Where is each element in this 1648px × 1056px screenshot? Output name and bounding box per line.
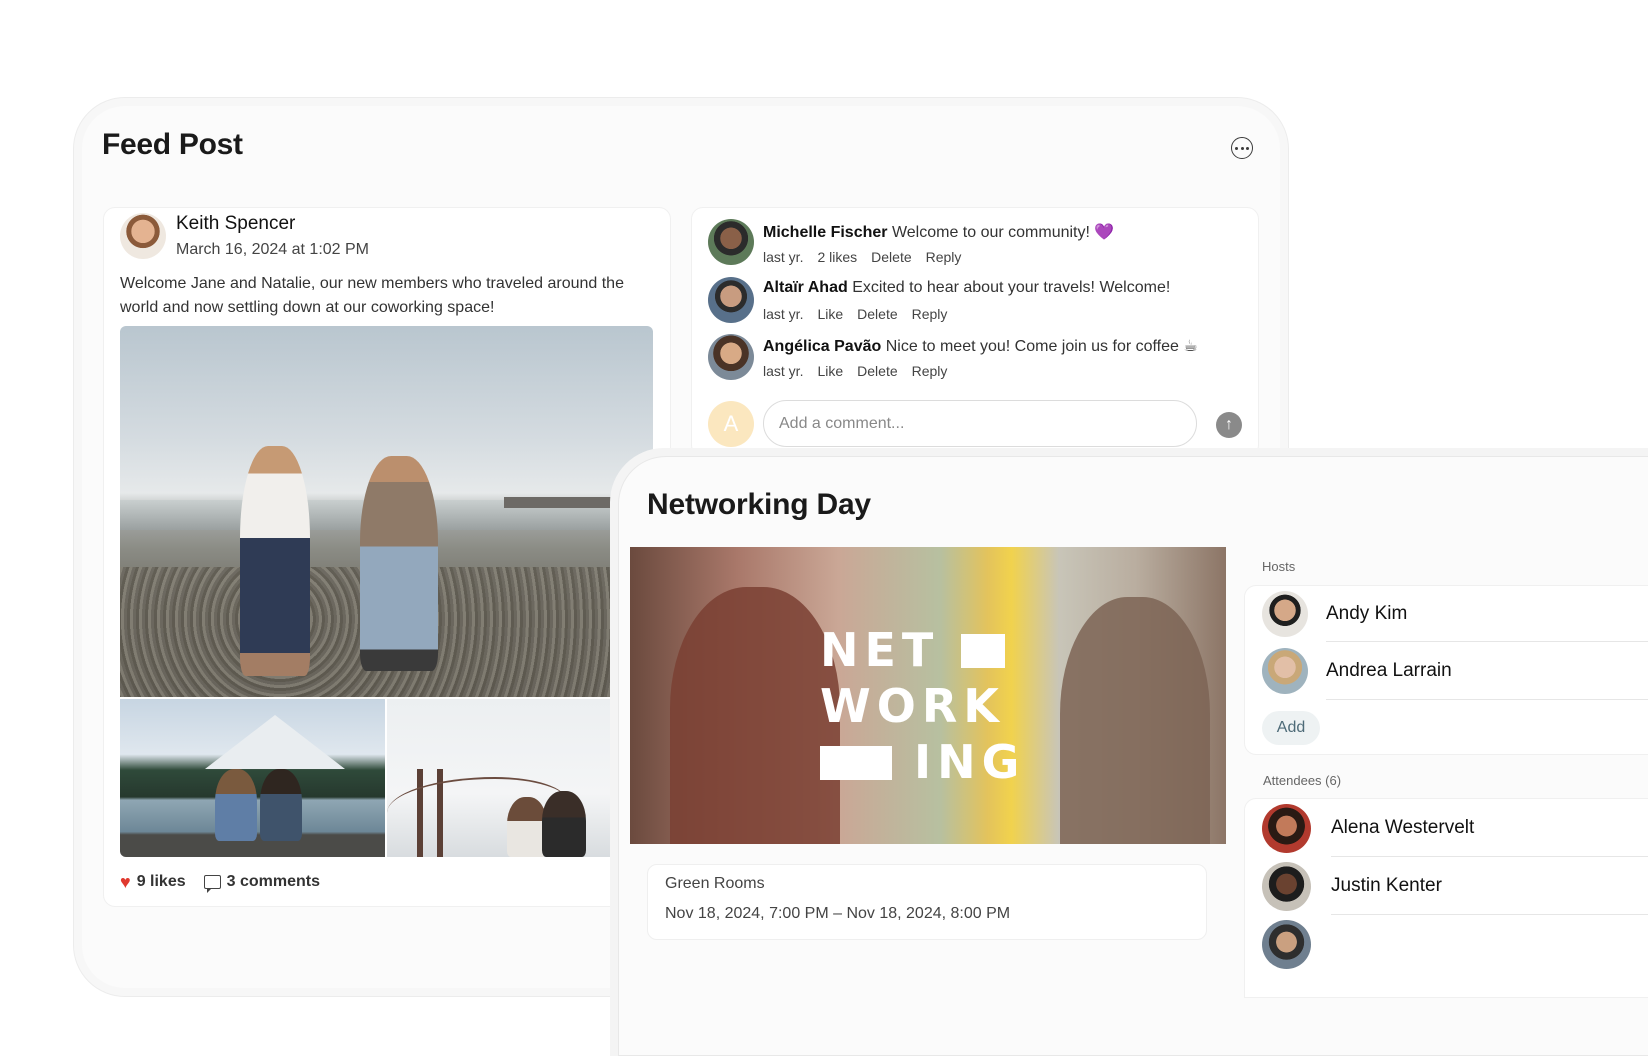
post-author[interactable]: Keith Spencer	[176, 213, 295, 235]
more-options-icon[interactable]	[1231, 137, 1253, 159]
reply-link[interactable]: Reply	[926, 249, 962, 265]
avatar[interactable]	[1262, 804, 1311, 853]
reply-link[interactable]: Reply	[912, 363, 948, 379]
attendees-label: Attendees (6)	[1263, 773, 1342, 788]
post-date: March 16, 2024 at 1:02 PM	[176, 241, 369, 258]
avatar[interactable]	[1262, 920, 1311, 969]
comment-icon	[203, 875, 221, 893]
comments-button[interactable]: 3 comments	[203, 873, 320, 893]
delete-link[interactable]: Delete	[871, 249, 911, 265]
like-link[interactable]: Like	[817, 306, 843, 322]
event-datetime: Nov 18, 2024, 7:00 PM – Nov 18, 2024, 8:…	[665, 905, 1011, 922]
divider	[1331, 914, 1648, 915]
comment-text: Altaïr Ahad Excited to hear about your t…	[763, 279, 1171, 296]
comment-author[interactable]: Altaïr Ahad	[763, 279, 848, 296]
post-photo-mountain[interactable]	[120, 699, 385, 857]
comment-meta: last yr. 2 likes Delete Reply	[763, 249, 962, 265]
post-photo-bridge[interactable]	[387, 699, 653, 857]
delete-link[interactable]: Delete	[857, 306, 897, 322]
likes-count: 9 likes	[136, 873, 186, 890]
divider	[1326, 699, 1648, 700]
comment-author[interactable]: Angélica Pavão	[763, 338, 881, 355]
avatar[interactable]	[708, 219, 754, 265]
delete-link[interactable]: Delete	[857, 363, 897, 379]
comment-text: Angélica Pavão Nice to meet you! Come jo…	[763, 338, 1198, 355]
reply-link[interactable]: Reply	[912, 306, 948, 322]
avatar[interactable]	[708, 334, 754, 380]
event-title: Networking Day	[647, 488, 871, 521]
comment-author[interactable]: Michelle Fischer	[763, 224, 888, 241]
add-host-button[interactable]: Add	[1262, 711, 1320, 745]
hosts-label: Hosts	[1262, 559, 1296, 574]
comment-likes[interactable]: 2 likes	[817, 249, 857, 265]
divider	[1326, 641, 1648, 642]
comment-input[interactable]: Add a comment...	[763, 400, 1197, 447]
like-button[interactable]: ♥ 9 likes	[120, 873, 186, 891]
avatar[interactable]	[120, 213, 166, 259]
page-title: Feed Post	[102, 128, 243, 161]
like-link[interactable]: Like	[817, 363, 843, 379]
host-name[interactable]: Andy Kim	[1326, 603, 1407, 625]
comment-meta: last yr. Like Delete Reply	[763, 363, 948, 379]
avatar[interactable]	[708, 277, 754, 323]
avatar[interactable]	[1262, 648, 1308, 694]
comment-meta: last yr. Like Delete Reply	[763, 306, 948, 322]
event-logo: NET WORK ING	[820, 623, 1026, 789]
arrow-up-icon[interactable]: ↑	[1216, 412, 1242, 438]
attendee-name[interactable]: Alena Westervelt	[1331, 817, 1474, 839]
comments-count: 3 comments	[226, 873, 320, 890]
avatar: A	[708, 401, 754, 447]
avatar[interactable]	[1262, 862, 1311, 911]
event-hero-image: NET WORK ING	[630, 547, 1226, 844]
heart-icon: ♥	[120, 872, 131, 892]
attendee-name[interactable]: Justin Kenter	[1331, 875, 1442, 897]
avatar[interactable]	[1262, 591, 1308, 637]
host-name[interactable]: Andrea Larrain	[1326, 660, 1452, 682]
post-body: Welcome Jane and Natalie, our new member…	[120, 275, 624, 316]
divider	[1331, 856, 1648, 857]
comment-text: Michelle Fischer Welcome to our communit…	[763, 224, 1115, 241]
post-photo-main[interactable]	[120, 326, 653, 697]
event-location: Green Rooms	[665, 875, 765, 892]
post-actions: ♥ 9 likes 3 comments	[120, 873, 320, 893]
